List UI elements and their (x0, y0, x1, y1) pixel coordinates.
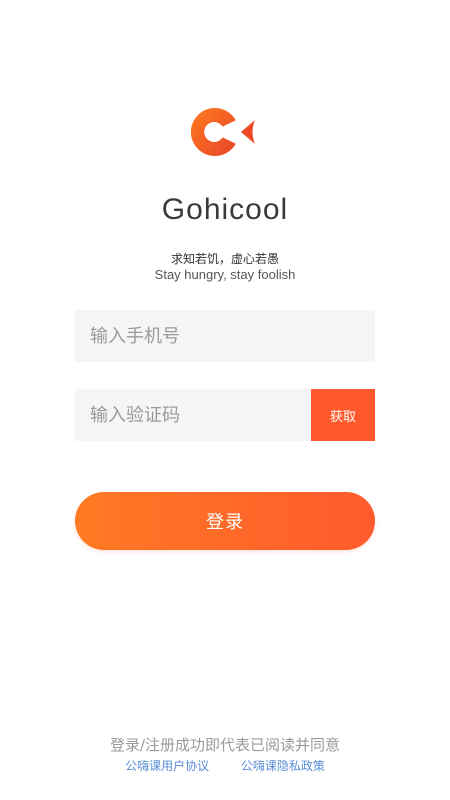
slogan-english: Stay hungry, stay foolish (154, 267, 296, 282)
user-agreement-link[interactable]: 公嗨课用户协议 (125, 759, 209, 773)
phone-field (75, 310, 375, 362)
slogan-chinese: 求知若饥，虚心若愚 (170, 252, 279, 266)
verification-code-input[interactable] (75, 389, 311, 441)
gohicool-logo-icon (190, 104, 259, 160)
get-code-button[interactable]: 获取 (311, 389, 375, 441)
app-name: Gohicool (161, 193, 289, 226)
phone-input[interactable] (75, 310, 375, 362)
agreement-links: 公嗨课用户协议 公嗨课隐私政策 (0, 757, 450, 775)
privacy-policy-link[interactable]: 公嗨课隐私政策 (241, 759, 325, 773)
verification-code-field: 获取 (75, 389, 375, 441)
login-button[interactable]: 登录 (75, 492, 375, 550)
agreement-text: 登录/注册成功即代表已阅读并同意 (109, 736, 341, 754)
